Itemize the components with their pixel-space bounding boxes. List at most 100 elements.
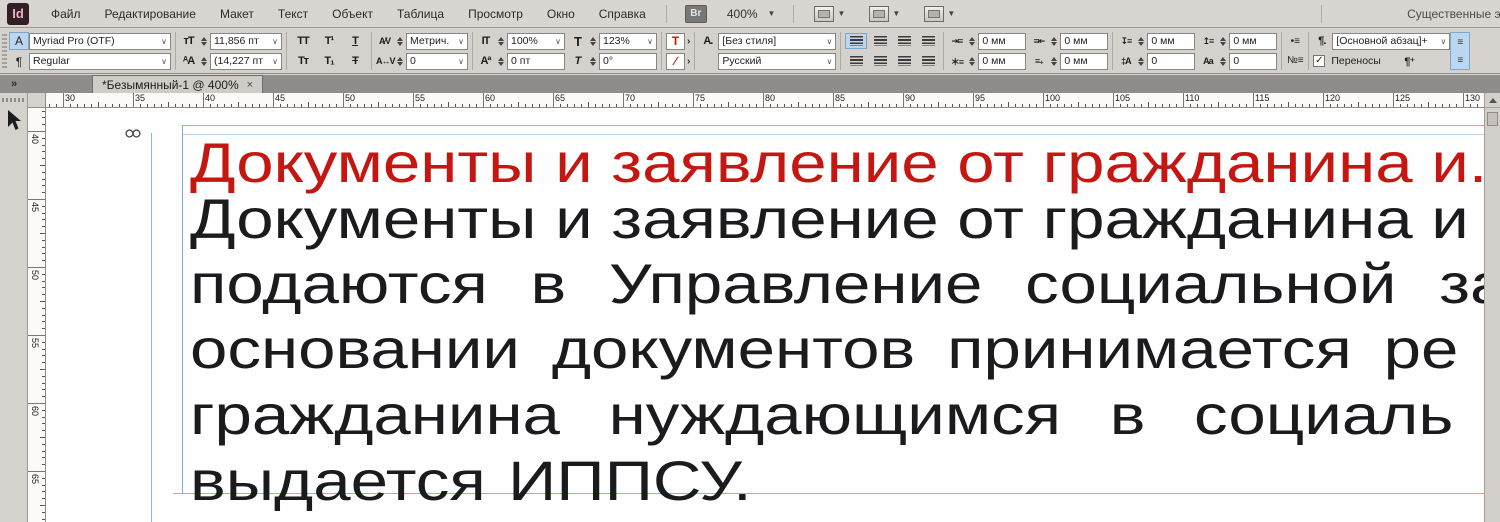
paragraph-formatting-button[interactable]: ¶: [9, 53, 29, 71]
indent-left-field[interactable]: 0 мм: [978, 32, 1027, 50]
document-canvas[interactable]: Документы и заявление от гражданина и. До…: [46, 108, 1484, 522]
ruler-tick: [567, 104, 568, 107]
numbered-list-button[interactable]: №≡: [1286, 53, 1304, 69]
menu-макет[interactable]: Макет: [208, 0, 266, 28]
scroll-up-button[interactable]: [1485, 93, 1500, 108]
superscript-button[interactable]: T¹: [317, 33, 341, 50]
indent-right-field[interactable]: 0 мм: [1060, 32, 1109, 50]
vertical-scrollbar[interactable]: [1484, 93, 1500, 522]
skew-stepper[interactable]: [588, 53, 597, 70]
drop-cap-chars-field[interactable]: 0: [1229, 52, 1278, 70]
align-center-button[interactable]: [869, 33, 891, 49]
align-justify-last-right-button[interactable]: [869, 53, 891, 69]
arrange-documents-button[interactable]: ▼: [924, 5, 955, 22]
font-family-dropdown[interactable]: Myriad Pro (OTF) ∨: [29, 32, 171, 50]
skew-field[interactable]: 0°: [599, 52, 657, 70]
menu-справка[interactable]: Справка: [587, 0, 658, 28]
space-before-stepper[interactable]: [1136, 33, 1145, 50]
underline-button[interactable]: T: [343, 33, 367, 50]
bridge-button[interactable]: Br: [684, 4, 707, 23]
body-line-4[interactable]: гражданина нуждающимся в социаль: [190, 382, 1453, 447]
vertical-scale-dropdown[interactable]: 100% ∨: [507, 32, 565, 50]
menu-файл[interactable]: Файл: [39, 0, 93, 28]
close-icon[interactable]: ×: [247, 79, 253, 91]
horizontal-ruler[interactable]: 30 35 40 45 50 55 60 65 70 75 80 85 90 95 100 105 110 115…: [46, 93, 1484, 108]
paragraph-style-dropdown[interactable]: [Основной абзац]+ ∨: [1332, 32, 1451, 50]
font-size-stepper[interactable]: [199, 33, 208, 50]
leading-stepper[interactable]: [199, 53, 208, 70]
space-before-field[interactable]: 0 мм: [1147, 32, 1196, 50]
indent-last-line-right-stepper[interactable]: [1049, 53, 1058, 70]
selection-tool-icon[interactable]: [6, 110, 22, 132]
expand-panels-button[interactable]: »: [0, 75, 28, 93]
drop-cap-lines-stepper[interactable]: [1136, 53, 1145, 70]
flyout-arrow-icon[interactable]: ›: [687, 36, 690, 47]
menu-таблица[interactable]: Таблица: [385, 0, 456, 28]
vertical-scale-stepper[interactable]: [496, 33, 505, 50]
strikethrough-button[interactable]: T: [343, 53, 367, 70]
zoom-level-dropdown[interactable]: 400% ▼: [717, 7, 786, 21]
align-right-button[interactable]: [893, 33, 915, 49]
space-after-stepper[interactable]: [1218, 33, 1227, 50]
drop-cap-chars-stepper[interactable]: [1218, 53, 1227, 70]
tracking-dropdown[interactable]: 0 ∨: [406, 52, 468, 70]
kerning-dropdown[interactable]: Метрич. ∨: [406, 32, 468, 50]
font-size-dropdown[interactable]: 11,856 пт ∨: [210, 32, 282, 50]
view-options-button[interactable]: ▼: [814, 5, 845, 22]
tracking-stepper[interactable]: [395, 53, 404, 70]
align-left-button[interactable]: [845, 33, 868, 49]
ruler-tick: [42, 246, 45, 248]
scrollbar-thumb[interactable]: [1487, 112, 1498, 126]
document-tab[interactable]: *Безымянный-1 @ 400% ×: [92, 75, 264, 93]
indent-right-stepper[interactable]: [1049, 33, 1058, 50]
kerning-stepper[interactable]: [395, 33, 404, 50]
horizontal-scale-stepper[interactable]: [588, 33, 597, 50]
menu-объект[interactable]: Объект: [320, 0, 385, 28]
character-formatting-button[interactable]: A: [9, 31, 29, 50]
drop-cap-lines-field[interactable]: 0: [1147, 52, 1196, 70]
leading-dropdown[interactable]: (14,227 пт ∨: [210, 52, 282, 70]
menu-просмотр[interactable]: Просмотр: [456, 0, 535, 28]
hyphenate-checkbox[interactable]: ✓: [1313, 55, 1326, 67]
subscript-button[interactable]: T₁: [317, 53, 341, 70]
menu-текст[interactable]: Текст: [266, 0, 320, 28]
small-caps-button[interactable]: Tт: [291, 53, 315, 70]
ruler-origin-corner[interactable]: [28, 93, 46, 108]
body-line-5[interactable]: выдается ИППСУ.: [190, 448, 752, 513]
align-justify-last-left-button[interactable]: [917, 33, 939, 49]
panel-grip[interactable]: [2, 34, 7, 68]
align-justify-last-center-button[interactable]: [845, 53, 867, 69]
space-after-field[interactable]: 0 мм: [1229, 32, 1278, 50]
ruler-tick: [266, 104, 267, 107]
font-style-dropdown[interactable]: Regular ∨: [29, 52, 171, 70]
panel-extra-icons[interactable]: ≡ ≡: [1450, 32, 1471, 70]
character-style-dropdown[interactable]: [Без стиля] ∨: [718, 32, 837, 50]
workspace-switcher[interactable]: Существенные эле: [1407, 0, 1500, 28]
screen-mode-button[interactable]: ▼: [869, 5, 900, 22]
flyout-arrow-icon[interactable]: ›: [687, 56, 690, 67]
body-line-1[interactable]: Документы и заявление от гражданина и: [190, 186, 1469, 251]
paragraph-flyout-icon[interactable]: ¶⁺: [1401, 55, 1418, 68]
indent-first-line-field[interactable]: 0 мм: [978, 52, 1027, 70]
ruler-tick: [553, 93, 554, 107]
indent-first-line-stepper[interactable]: [967, 53, 976, 70]
menu-редактирование[interactable]: Редактирование: [93, 0, 208, 28]
stroke-color-button[interactable]: ∕: [666, 52, 685, 70]
vertical-ruler[interactable]: 40 45 50 55 60 65: [28, 108, 46, 522]
baseline-shift-field[interactable]: 0 пт: [507, 52, 565, 70]
indent-left-stepper[interactable]: [967, 33, 976, 50]
baseline-shift-stepper[interactable]: [496, 53, 505, 70]
horizontal-scale-dropdown[interactable]: 123% ∨: [599, 32, 657, 50]
bulleted-list-button[interactable]: •≡: [1286, 34, 1304, 50]
menu-окно[interactable]: Окно: [535, 0, 587, 28]
panel-grip[interactable]: [2, 98, 25, 102]
fill-color-button[interactable]: T: [666, 32, 685, 50]
align-justify-button[interactable]: [917, 53, 939, 69]
indent-last-line-right-field[interactable]: 0 мм: [1060, 52, 1109, 70]
align-justify-all-button[interactable]: [893, 53, 915, 69]
body-line-3[interactable]: основании документов принимается ре: [190, 316, 1458, 381]
ruler-tick: [819, 104, 820, 107]
language-dropdown[interactable]: Русский ∨: [718, 52, 837, 70]
body-line-2[interactable]: подаются в Управление социальной за: [190, 251, 1484, 316]
all-caps-button[interactable]: TT: [291, 33, 315, 50]
